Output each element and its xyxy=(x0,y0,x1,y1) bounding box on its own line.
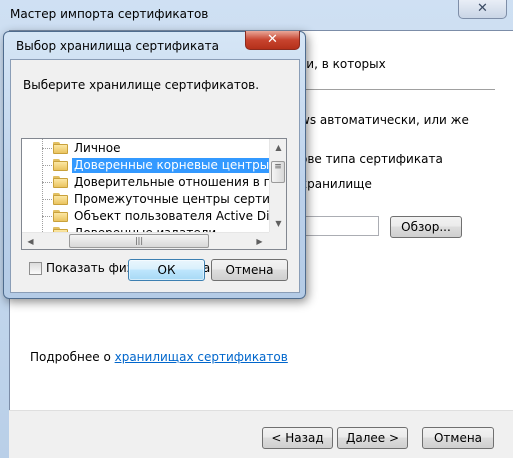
tree-connector xyxy=(42,139,43,234)
dialog-close-button[interactable]: ✕ xyxy=(245,31,300,50)
wizard-title: Мастер импорта сертификатов xyxy=(10,7,209,21)
dialog-title: Выбор хранилища сертификата xyxy=(16,39,219,53)
place-in-store-text: хранилище xyxy=(300,177,372,191)
horizontal-scrollbar[interactable]: ◀ ||| ▶ xyxy=(22,232,269,249)
store-tree[interactable]: Личное Доверенные корневые центры сертиф… xyxy=(21,138,287,250)
next-button[interactable]: Далее > xyxy=(337,427,408,449)
wizard-close-button[interactable]: ✕ xyxy=(458,0,507,19)
close-icon: ✕ xyxy=(477,1,488,16)
folder-icon xyxy=(53,193,68,205)
tree-item-label: Промежуточные центры сертификаци xyxy=(74,192,286,206)
wizard-cancel-button[interactable]: Отмена xyxy=(422,427,494,449)
folder-icon xyxy=(53,159,68,171)
scroll-down-icon[interactable]: ▼ xyxy=(270,215,286,232)
dialog-cancel-button[interactable]: Отмена xyxy=(211,259,288,281)
show-physical-checkbox[interactable] xyxy=(29,262,42,275)
dialog-content: Выберите хранилище сертификатов. Личное … xyxy=(10,59,300,293)
instruction-text: Выберите хранилище сертификатов. xyxy=(23,78,260,92)
browse-button[interactable]: Обзор... xyxy=(390,216,462,238)
header-divider xyxy=(300,89,495,90)
folder-icon xyxy=(53,176,68,188)
back-button[interactable]: < Назад xyxy=(262,427,333,449)
wizard-description-text: ги, в которых xyxy=(300,57,386,71)
scroll-up-icon[interactable]: ▲ xyxy=(270,139,286,156)
vertical-scrollbar[interactable]: ▲ ≡ ▼ xyxy=(269,139,286,232)
tree-item-label: Доверительные отношения в предпри xyxy=(74,175,286,189)
tree-item-label: Личное xyxy=(74,141,121,155)
auto-select-option-text: ws автоматически, или же xyxy=(300,113,469,127)
auto-select-type-text: ове типа сертификата xyxy=(300,152,443,166)
more-info-prefix: Подробнее о xyxy=(30,350,115,364)
select-store-dialog: Выбор хранилища сертификата ✕ Выберите х… xyxy=(3,31,306,299)
certificate-stores-link[interactable]: хранилищах сертификатов xyxy=(115,350,288,364)
ok-button[interactable]: ОК xyxy=(128,259,205,281)
certificate-store-field[interactable] xyxy=(300,216,379,236)
more-info-line: Подробнее о хранилищах сертификатов xyxy=(30,350,288,364)
tree-item-label: Доверенные корневые центры сертифи xyxy=(72,158,286,173)
scrollbar-corner xyxy=(269,232,286,249)
scroll-left-icon[interactable]: ◀ xyxy=(22,233,39,249)
close-icon: ✕ xyxy=(267,32,278,47)
grip-icon: ||| xyxy=(134,236,144,245)
folder-icon xyxy=(53,142,68,154)
tree-item-label: Объект пользователя Active Directory xyxy=(74,209,286,223)
vertical-scroll-thumb[interactable]: ≡ xyxy=(271,161,285,183)
grip-icon: ≡ xyxy=(274,162,282,172)
horizontal-scroll-thumb[interactable]: ||| xyxy=(69,234,209,248)
scroll-right-icon[interactable]: ▶ xyxy=(251,233,268,249)
folder-icon xyxy=(53,210,68,222)
